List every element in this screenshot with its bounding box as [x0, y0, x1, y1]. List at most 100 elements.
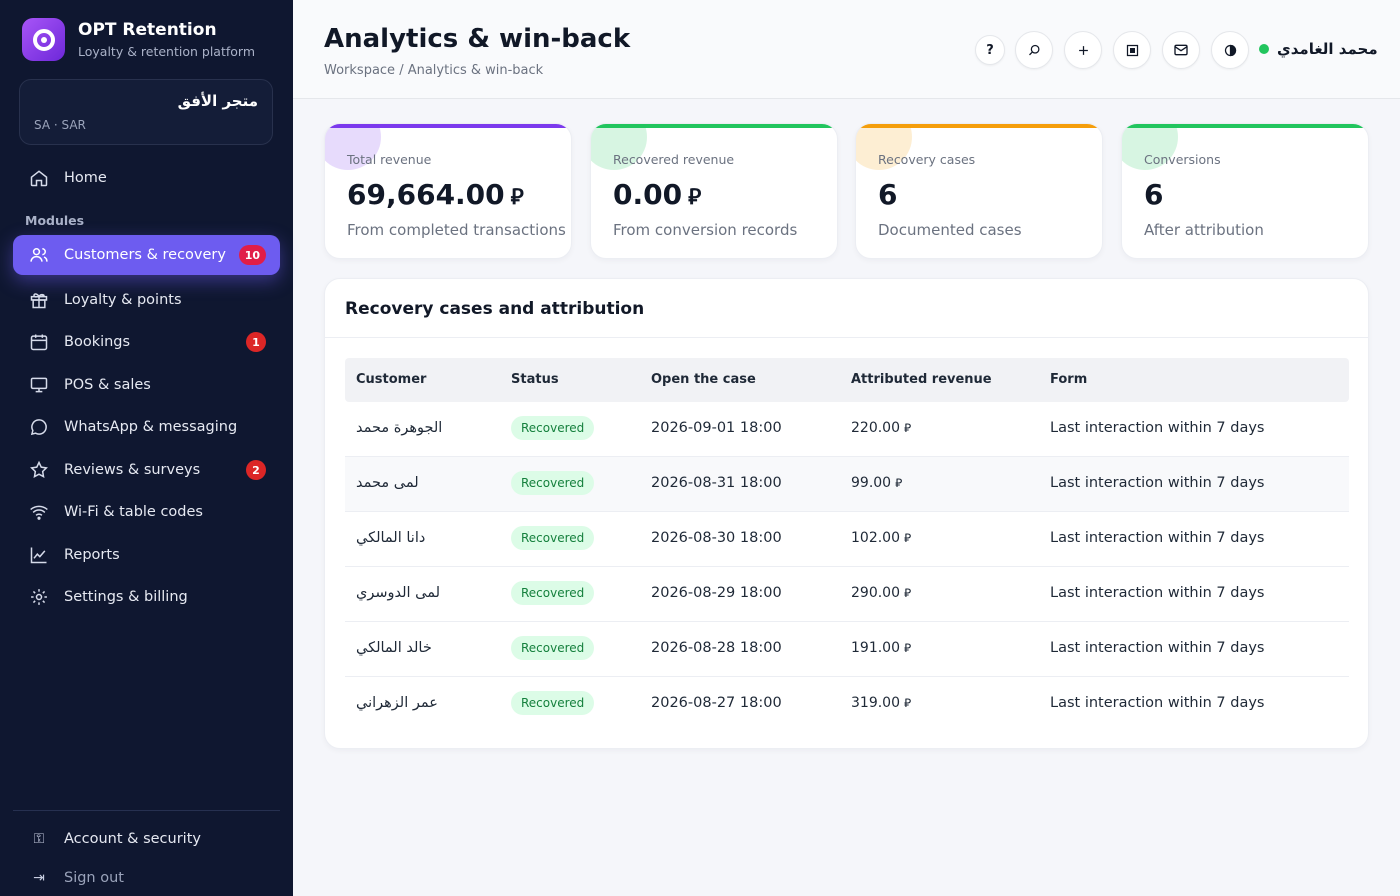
stat-caption: From conversion records — [613, 221, 798, 239]
table-row[interactable]: الجوهرة محمد Recovered 2026-09-01 18:00 … — [345, 402, 1349, 457]
help-button[interactable]: ? — [975, 35, 1005, 65]
sidebar-item-label: Settings & billing — [64, 589, 188, 605]
sign-out-link[interactable]: ⇥ Sign out — [29, 870, 124, 886]
stat-value-number: 6 — [878, 178, 898, 211]
user-name: محمد الغامدي — [1277, 40, 1378, 58]
search-button[interactable] — [1015, 31, 1053, 69]
cell-customer: دانا المالكي — [356, 530, 426, 546]
status-badge: Recovered — [511, 526, 595, 550]
notification-badge: 2 — [246, 460, 266, 480]
notification-badge: 1 — [246, 332, 266, 352]
users-icon — [29, 245, 49, 265]
sidebar-item-reviews[interactable]: Reviews & surveys 2 — [13, 450, 280, 490]
cell-revenue: 99.00 ⃁ — [851, 475, 902, 491]
sidebar-item-customers[interactable]: Customers & recovery 10 — [13, 235, 280, 275]
riyal-currency-icon: ⃁ — [895, 476, 903, 490]
cell-opened: 2026-08-30 18:00 — [651, 530, 782, 546]
sidebar-item-wifi[interactable]: Wi-Fi & table codes — [13, 492, 280, 532]
add-button[interactable] — [1064, 31, 1102, 69]
messages-button[interactable] — [1162, 31, 1200, 69]
cell-form: Last interaction within 7 days — [1050, 640, 1265, 656]
scan-button[interactable] — [1113, 31, 1151, 69]
column-header-status: Status — [511, 372, 559, 387]
sidebar-item-label: Wi-Fi & table codes — [64, 504, 203, 520]
cell-opened: 2026-08-29 18:00 — [651, 585, 782, 601]
theme-toggle-button[interactable] — [1211, 31, 1249, 69]
user-menu[interactable]: محمد الغامدي — [1259, 40, 1378, 58]
revenue-value: 290.00 — [851, 585, 900, 601]
sidebar-item-whatsapp[interactable]: WhatsApp & messaging — [13, 407, 280, 447]
sidebar-item-label: Customers & recovery — [64, 247, 226, 263]
cell-form: Last interaction within 7 days — [1050, 420, 1265, 436]
page-title: Analytics & win-back — [324, 24, 631, 54]
store-switcher[interactable]: متجر الأفق SA · SAR — [19, 79, 273, 145]
table-row[interactable]: لمى الدوسري Recovered 2026-08-29 18:00 2… — [345, 567, 1349, 622]
cell-customer: لمى محمد — [356, 475, 419, 491]
sidebar-item-label: WhatsApp & messaging — [64, 419, 238, 435]
page-header: Analytics & win-back Workspace / Analyti… — [293, 0, 1400, 99]
table-row[interactable]: خالد المالكي Recovered 2026-08-28 18:00 … — [345, 622, 1349, 677]
sidebar-item-label: Reports — [64, 547, 120, 563]
cell-opened: 2026-08-31 18:00 — [651, 475, 782, 491]
sidebar-item-label: Home — [64, 170, 107, 186]
riyal-currency-icon: ⃁ — [904, 586, 912, 600]
sidebar-item-loyalty[interactable]: Loyalty & points — [13, 280, 280, 320]
riyal-currency-icon: ⃁ — [904, 421, 912, 435]
revenue-value: 191.00 — [851, 640, 900, 656]
stat-value-number: 6 — [1144, 178, 1164, 211]
status-badge: Recovered — [511, 581, 595, 605]
table-row[interactable]: عمر الزهراني Recovered 2026-08-27 18:00 … — [345, 677, 1349, 732]
cell-revenue: 290.00 ⃁ — [851, 585, 911, 601]
riyal-currency-icon: ⃁ — [510, 185, 524, 210]
recovery-cases-card: Recovery cases and attribution Customer … — [324, 278, 1369, 749]
sidebar-item-label: Loyalty & points — [64, 292, 182, 308]
breadcrumb: Workspace / Analytics & win-back — [324, 63, 544, 78]
sidebar-item-label: POS & sales — [64, 377, 151, 393]
column-header-customer: Customer — [356, 372, 427, 387]
sidebar: OPT Retention Loyalty & retention platfo… — [0, 0, 293, 896]
cell-form: Last interaction within 7 days — [1050, 695, 1265, 711]
store-name: متجر الأفق — [177, 92, 258, 110]
sidebar-item-bookings[interactable]: Bookings 1 — [13, 322, 280, 362]
chart-icon — [29, 545, 49, 565]
sidebar-item-settings[interactable]: Settings & billing — [13, 577, 280, 617]
table-row[interactable]: لمى محمد Recovered 2026-08-31 18:00 99.0… — [345, 457, 1349, 512]
stat-label: Conversions — [1144, 152, 1221, 167]
contrast-icon — [1224, 44, 1236, 56]
cell-revenue: 220.00 ⃁ — [851, 420, 911, 436]
account-security-link[interactable]: ⚿ Account & security — [29, 831, 201, 847]
sidebar-item-label: Reviews & surveys — [64, 462, 201, 478]
sidebar-item-label: Bookings — [64, 334, 131, 350]
sidebar-item-home[interactable]: Home — [13, 158, 280, 198]
chat-icon — [29, 417, 49, 437]
stat-card-conversions: Conversions 6 After attribution — [1121, 123, 1369, 259]
table-row[interactable]: دانا المالكي Recovered 2026-08-30 18:00 … — [345, 512, 1349, 567]
stat-card-total-revenue: Total revenue 69,664.00 ⃁ From completed … — [324, 123, 572, 259]
sidebar-item-pos[interactable]: POS & sales — [13, 365, 280, 405]
cell-customer: خالد المالكي — [356, 640, 432, 656]
search-icon — [1028, 44, 1039, 55]
monitor-icon — [29, 375, 49, 395]
help-icon: ? — [986, 42, 994, 58]
stat-card-recovery-cases: Recovery cases 6 Documented cases — [855, 123, 1103, 259]
cell-form: Last interaction within 7 days — [1050, 475, 1265, 491]
stat-caption: From completed transactions — [347, 221, 566, 239]
cell-form: Last interaction within 7 days — [1050, 530, 1265, 546]
table-title: Recovery cases and attribution — [345, 299, 645, 319]
cell-opened: 2026-08-28 18:00 — [651, 640, 782, 656]
revenue-value: 102.00 — [851, 530, 900, 546]
stat-value-number: 0.00 — [613, 178, 683, 211]
online-status-dot — [1259, 44, 1269, 54]
stat-value: 6 — [878, 178, 897, 211]
brand-subtitle: Loyalty & retention platform — [78, 44, 256, 59]
stat-label: Recovery cases — [878, 152, 976, 167]
status-badge: Recovered — [511, 691, 595, 715]
brand-logo-icon — [22, 18, 65, 61]
cell-customer: عمر الزهراني — [356, 695, 438, 711]
star-icon — [29, 460, 49, 480]
brand: OPT Retention Loyalty & retention platfo… — [22, 18, 255, 61]
status-badge: Recovered — [511, 636, 595, 660]
card-divider — [325, 337, 1368, 338]
sidebar-item-reports[interactable]: Reports — [13, 535, 280, 575]
stat-card-recovered-revenue: Recovered revenue 0.00 ⃁ From conversion … — [590, 123, 838, 259]
